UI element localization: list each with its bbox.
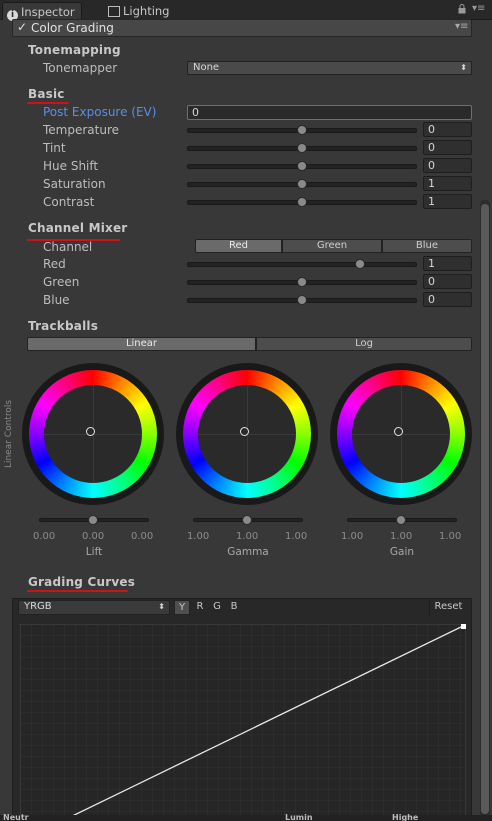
- slider-value-field[interactable]: 0: [423, 292, 472, 307]
- channel-mixer-header: Channel Mixer: [28, 221, 128, 235]
- slider-label: Temperature: [43, 123, 120, 137]
- wheel-handle[interactable]: [394, 427, 403, 436]
- wheel-value-r: 0.00: [33, 531, 56, 542]
- slider-value-field[interactable]: 1: [423, 176, 472, 191]
- linear-controls-label: Linear Controls: [4, 399, 14, 469]
- wheel-label: Gain: [389, 546, 415, 558]
- curve-editor: YRGB ⬍ Y R G B Reset: [12, 598, 472, 821]
- slider-thumb[interactable]: [297, 125, 307, 135]
- curve-channel-b-button[interactable]: B: [226, 600, 242, 615]
- wheel-handle[interactable]: [240, 427, 249, 436]
- slider-label: Saturation: [43, 177, 106, 191]
- slider-value-field[interactable]: 0: [423, 158, 472, 173]
- slider-label: Contrast: [43, 195, 95, 209]
- slider-thumb[interactable]: [297, 197, 307, 207]
- scrollbar-thumb[interactable]: [481, 204, 489, 814]
- tonemapping-header: Tonemapping: [28, 43, 121, 57]
- slider-value-field[interactable]: 0: [423, 274, 472, 289]
- slider-thumb[interactable]: [354, 259, 365, 269]
- bottom-status-bar: Neutr Lumin Highe: [0, 813, 492, 821]
- channel-green-button[interactable]: Green: [282, 239, 382, 253]
- dropdown-arrow-icon: ⬍: [460, 63, 467, 72]
- wheel-handle[interactable]: [86, 427, 95, 436]
- trackball-linear-button[interactable]: Linear: [27, 337, 256, 351]
- trackball-wheel[interactable]: [330, 363, 472, 505]
- slider-thumb[interactable]: [297, 179, 307, 189]
- tonemapper-label: Tonemapper: [43, 61, 118, 75]
- component-title: Color Grading: [31, 21, 114, 35]
- channel-label: Channel: [43, 240, 93, 254]
- post-exposure-field[interactable]: 0: [187, 105, 472, 120]
- curve-channel-r-button[interactable]: R: [192, 600, 208, 615]
- curve-reset-button[interactable]: Reset: [429, 600, 467, 615]
- slider-thumb[interactable]: [297, 277, 307, 287]
- trackballs-header: Trackballs: [28, 319, 99, 333]
- tab-menu-icon[interactable]: ▾≡: [472, 3, 485, 14]
- curve-channel-g-button[interactable]: G: [209, 600, 225, 615]
- red-underline: [27, 102, 69, 104]
- status-item: Neutr: [3, 813, 29, 821]
- curve-mode-value: YRGB: [24, 601, 52, 612]
- component-header[interactable]: ✓ Color Grading ▾≡: [12, 19, 472, 37]
- checkbox-icon[interactable]: ✓: [17, 20, 27, 34]
- component-menu-icon[interactable]: ▾≡: [455, 21, 468, 32]
- slider-thumb[interactable]: [297, 143, 307, 153]
- trackball-wheel[interactable]: [176, 363, 318, 505]
- status-item: Highe: [392, 813, 419, 821]
- slider-label: Green: [43, 275, 80, 289]
- lighting-icon: [108, 6, 120, 17]
- tab-inspector-label: Inspector: [21, 5, 75, 19]
- basic-header: Basic: [28, 87, 65, 101]
- wheel-value-b: 1.00: [285, 531, 308, 542]
- wheel-slider-thumb[interactable]: [396, 515, 406, 525]
- trackball-wheel[interactable]: [22, 363, 164, 505]
- grading-curves-header: Grading Curves: [28, 575, 136, 589]
- wheel-value-b: 0.00: [131, 531, 154, 542]
- wheel-value-g: 1.00: [390, 531, 413, 542]
- tonemapper-dropdown[interactable]: None ⬍: [187, 61, 472, 75]
- trackball-log-button[interactable]: Log: [256, 337, 472, 351]
- slider-value-field[interactable]: 0: [423, 140, 472, 155]
- wheel-value-r: 1.00: [187, 531, 210, 542]
- slider-value-field[interactable]: 1: [423, 256, 472, 271]
- slider-thumb[interactable]: [297, 161, 307, 171]
- wheel-value-r: 1.00: [341, 531, 364, 542]
- curve-mode-dropdown[interactable]: YRGB ⬍: [18, 600, 170, 615]
- curve-channel-y-button[interactable]: Y: [174, 600, 190, 615]
- status-item: Lumin: [285, 813, 313, 821]
- channel-red-button[interactable]: Red: [195, 239, 282, 253]
- slider-label: Blue: [43, 293, 70, 307]
- slider-thumb[interactable]: [297, 295, 307, 305]
- wheel-value-b: 1.00: [439, 531, 462, 542]
- tab-lighting-label: Lighting: [123, 4, 170, 18]
- curve-plot[interactable]: [20, 624, 466, 821]
- wheel-value-g: 0.00: [82, 531, 105, 542]
- slider-label: Tint: [43, 141, 66, 155]
- wheel-label: Lift: [85, 546, 103, 558]
- tonemapper-value: None: [193, 62, 220, 73]
- slider-track[interactable]: [187, 262, 417, 267]
- slider-label: Red: [43, 257, 66, 271]
- slider-value-field[interactable]: 1: [423, 194, 472, 209]
- slider-label: Hue Shift: [43, 159, 99, 173]
- wheel-slider-thumb[interactable]: [88, 515, 98, 525]
- tab-bar: i Inspector Lighting ▾≡: [0, 0, 492, 21]
- lock-icon[interactable]: [458, 4, 466, 14]
- wheel-label: Gamma: [227, 546, 269, 558]
- tab-lighting[interactable]: Lighting: [104, 2, 175, 20]
- red-underline: [27, 590, 128, 592]
- channel-blue-button[interactable]: Blue: [382, 239, 472, 253]
- dropdown-arrow-icon: ⬍: [158, 602, 165, 611]
- wheel-slider-thumb[interactable]: [242, 515, 252, 525]
- post-exposure-label: Post Exposure (EV): [43, 105, 157, 119]
- curve-point[interactable]: [461, 624, 466, 629]
- wheel-value-g: 1.00: [236, 531, 259, 542]
- slider-value-field[interactable]: 0: [423, 122, 472, 137]
- tab-inspector[interactable]: i Inspector: [2, 2, 82, 21]
